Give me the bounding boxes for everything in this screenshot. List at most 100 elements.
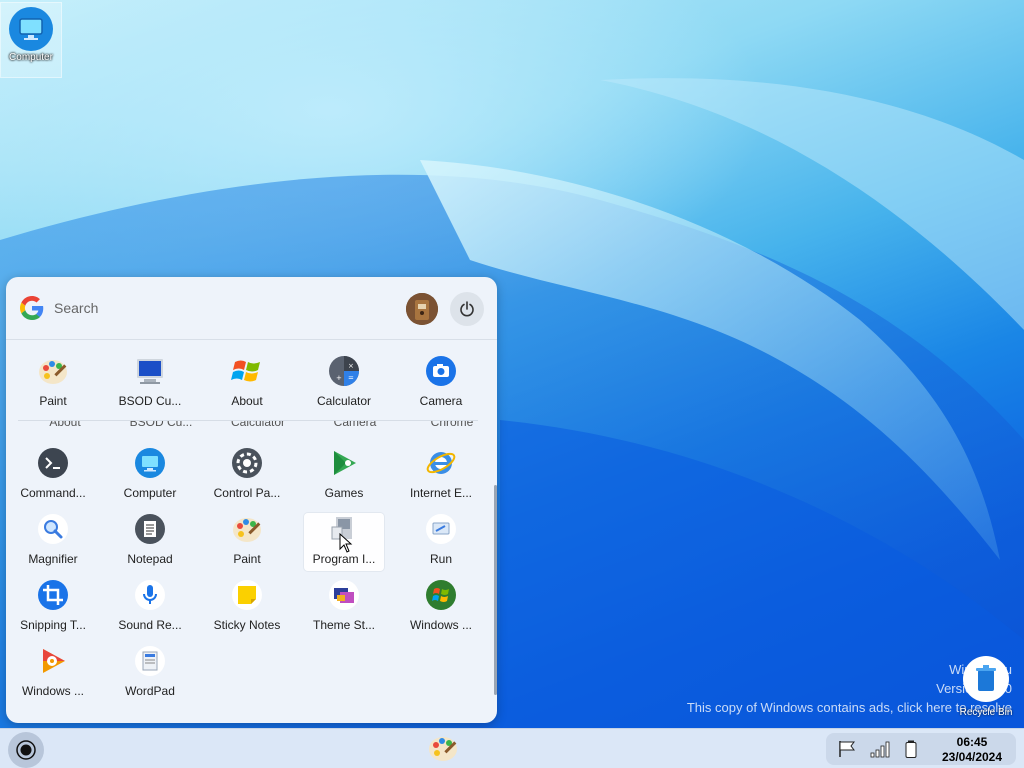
recycle-bin-icon (976, 665, 996, 691)
avatar-image-icon (406, 293, 438, 325)
app-label: Calculator (316, 394, 372, 408)
app-computer[interactable]: Computer (110, 447, 190, 505)
pinned-app-camera[interactable]: Camera (401, 355, 481, 413)
pinned-app-bsod-customizer[interactable]: BSOD Cu... (110, 355, 190, 413)
clock-time: 06:45 (956, 735, 988, 749)
pinned-app-paint[interactable]: Paint (13, 355, 93, 413)
app-label: WordPad (125, 684, 175, 698)
app-control-panel[interactable]: Control Pa... (207, 447, 287, 505)
internet-explorer-icon (426, 452, 456, 474)
app-label: Camera (419, 394, 463, 408)
app-label: Notepad (127, 552, 173, 566)
hidden-label: Camera (333, 420, 377, 428)
app-label: Internet E... (409, 486, 473, 500)
signal-icon[interactable] (870, 740, 892, 758)
magnifier-icon (38, 514, 68, 544)
app-label: Snipping T... (20, 618, 86, 632)
app-label: Program I... (312, 552, 376, 566)
paint-icon (39, 360, 67, 384)
app-sound-recorder[interactable]: Sound Re... (110, 579, 190, 637)
wordpad-icon (135, 646, 165, 676)
app-label: Paint (39, 394, 67, 408)
power-button[interactable] (450, 292, 484, 326)
app-label: Computer (123, 486, 177, 500)
play-games-icon (334, 451, 356, 475)
app-label: Theme St... (312, 618, 376, 632)
taskbar: 06:45 23/04/2024 (0, 728, 1024, 768)
pinned-app-about[interactable]: About (207, 355, 287, 413)
app-notepad[interactable]: Notepad (110, 513, 190, 571)
app-windows-update[interactable]: Windows ... (401, 579, 481, 637)
app-magnifier[interactable]: Magnifier (13, 513, 93, 571)
desktop-icon-label: Computer (9, 52, 53, 63)
desktop-icon-recycle-bin[interactable]: Recycle Bin (958, 656, 1014, 720)
app-command-prompt[interactable]: Command... (13, 447, 93, 505)
google-icon (20, 296, 44, 320)
app-internet-explorer[interactable]: Internet E... (401, 447, 481, 505)
search-bar (6, 277, 497, 340)
app-label: Control Pa... (213, 486, 281, 500)
computer-icon (135, 448, 165, 478)
start-orb-icon (16, 740, 36, 760)
monitor-icon (137, 359, 163, 384)
taskbar-paint-icon[interactable] (427, 732, 459, 764)
app-snipping-tool[interactable]: Snipping T... (13, 579, 93, 637)
app-theme-studio[interactable]: Theme St... (304, 579, 384, 637)
clock[interactable]: 06:45 23/04/2024 (930, 735, 1014, 765)
recycle-bin-label: Recycle Bin (959, 707, 1013, 718)
app-label: Windows ... (409, 618, 472, 632)
pinned-apps: Paint BSOD Cu... About × = + Calculator Ca… (6, 355, 497, 421)
app-label: BSOD Cu... (118, 394, 182, 408)
app-label: Run (429, 552, 452, 566)
hidden-label: Chrome (430, 420, 474, 428)
paint-icon (233, 518, 261, 542)
svg-text:+: + (336, 374, 342, 382)
svg-text:=: = (348, 374, 354, 382)
microphone-icon (135, 580, 165, 610)
flag-icon[interactable] (837, 740, 857, 758)
notepad-icon (135, 514, 165, 544)
user-avatar[interactable] (406, 293, 438, 325)
app-label: Paint (233, 552, 261, 566)
app-games[interactable]: Games (304, 447, 384, 505)
app-run[interactable]: Run (401, 513, 481, 571)
app-sticky-notes[interactable]: Sticky Notes (207, 579, 287, 637)
app-wordpad[interactable]: WordPad (110, 645, 190, 703)
crop-icon (38, 580, 68, 610)
app-label: Games (324, 486, 364, 500)
camera-icon (426, 356, 456, 386)
search-input[interactable] (54, 297, 354, 319)
svg-text:×: × (348, 362, 354, 370)
run-icon (426, 514, 456, 544)
windows-orb-icon (426, 580, 456, 610)
app-label: Command... (20, 486, 86, 500)
start-button[interactable] (8, 732, 44, 768)
app-paint[interactable]: Paint (207, 513, 287, 571)
calculator-icon: × = + (329, 356, 359, 386)
power-icon (460, 301, 474, 317)
battery-icon[interactable] (904, 740, 918, 758)
system-tray: 06:45 23/04/2024 (826, 733, 1016, 765)
app-label: Sticky Notes (213, 618, 281, 632)
windows-logo-icon (231, 360, 260, 382)
sticky-note-icon (232, 580, 262, 610)
app-windows-media[interactable]: Windows ... (13, 645, 93, 703)
mouse-cursor-icon (339, 533, 353, 553)
media-player-icon (43, 649, 65, 673)
theme-icon (329, 580, 359, 610)
computer-icon (9, 7, 53, 51)
terminal-icon (38, 448, 68, 478)
desktop: Computer Win7 Simu Version 3.9.0 This co… (0, 0, 1024, 728)
hidden-label: Calculator (230, 420, 286, 428)
app-label: About (231, 394, 263, 408)
app-label: Magnifier (28, 552, 78, 566)
app-label: Sound Re... (118, 618, 182, 632)
hidden-label: BSOD Cu... (129, 420, 193, 428)
partially-hidden-row: About BSOD Cu... Calculator Camera Chrom… (18, 420, 478, 428)
desktop-icon-computer[interactable]: Computer (0, 2, 62, 78)
pinned-app-calculator[interactable]: × = + Calculator (304, 355, 384, 413)
start-menu-scrollbar[interactable] (494, 485, 497, 695)
start-menu: Paint BSOD Cu... About × = + Calculator Ca… (6, 277, 497, 723)
app-label: Windows ... (21, 684, 84, 698)
clock-date: 23/04/2024 (941, 750, 1003, 764)
